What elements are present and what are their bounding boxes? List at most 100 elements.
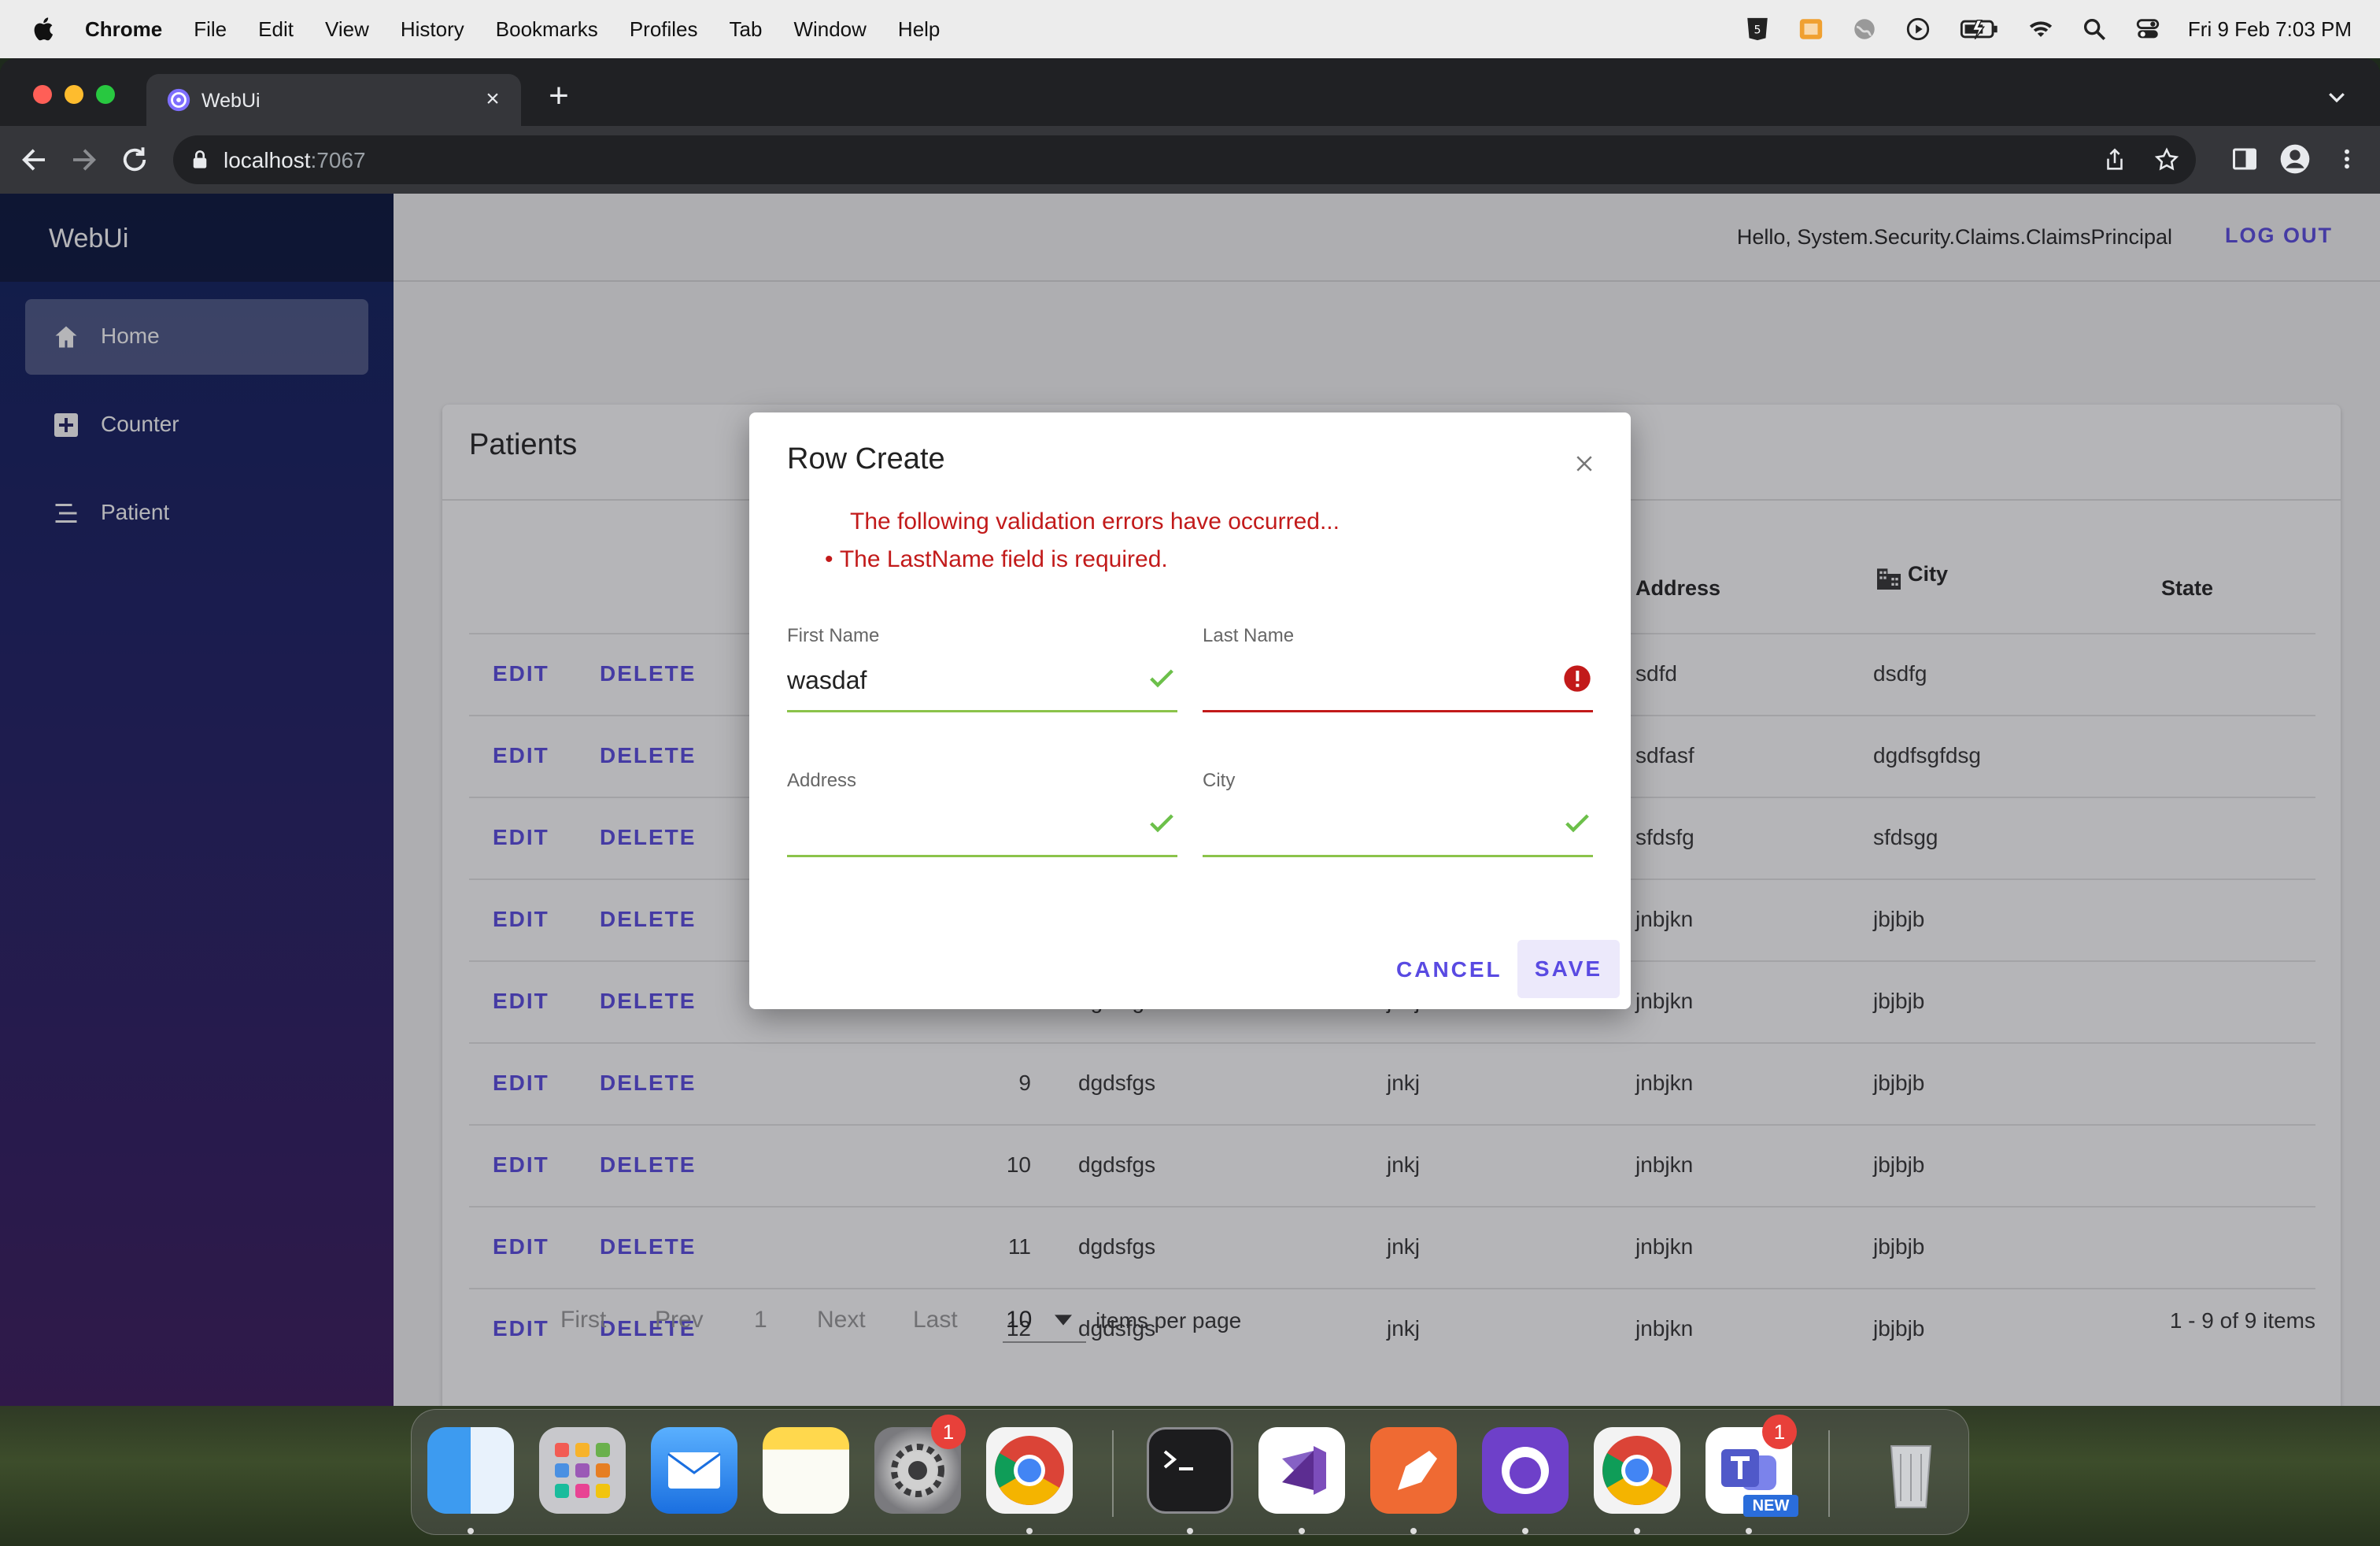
terminal-prompt-icon <box>1163 1450 1193 1470</box>
trash-can-icon <box>1890 1445 1932 1508</box>
check-icon <box>1565 814 1589 833</box>
city-underline <box>1203 855 1593 857</box>
globe-icon[interactable] <box>1851 16 1878 43</box>
page-viewport: WebUi Home Counter Patient Hello, System… <box>0 194 2380 1406</box>
window-minimize-button[interactable] <box>65 85 83 104</box>
reload-icon[interactable] <box>118 143 151 176</box>
save-button[interactable]: SAVE <box>1517 940 1620 998</box>
macos-dock: 1 1 NEW <box>411 1409 1969 1535</box>
launchpad-grid-icon <box>555 1443 610 1498</box>
envelope-icon <box>667 1452 721 1489</box>
tab-strip: WebUi × + <box>0 58 2380 126</box>
dock-running-indicator <box>1187 1528 1193 1534</box>
address-bar[interactable]: localhost:7067 <box>173 135 2196 184</box>
side-panel-icon[interactable] <box>2230 145 2259 173</box>
spotlight-search-icon[interactable] <box>2081 16 2108 43</box>
battery-charging-icon[interactable] <box>1958 16 2001 43</box>
dock-running-indicator <box>1746 1528 1752 1534</box>
share-icon[interactable] <box>2101 146 2128 173</box>
webui-favicon-icon <box>167 88 190 112</box>
address-label: Address <box>787 770 857 791</box>
tab-title: WebUi <box>201 90 261 112</box>
browser-window: WebUi × + localhost:7067 WebUi Home Coun… <box>0 58 2380 1406</box>
cancel-button[interactable]: CANCEL <box>1396 957 1502 982</box>
last-name-field[interactable]: Last Name <box>1203 625 1593 713</box>
new-tab-plus-icon[interactable]: + <box>543 79 575 113</box>
control-center-icon[interactable] <box>2134 16 2161 43</box>
address-field[interactable]: Address <box>787 770 1177 858</box>
row-create-dialog: Row Create The following validation erro… <box>749 412 1631 1009</box>
close-icon[interactable] <box>1572 452 1596 475</box>
html5-extension-icon[interactable]: 5 <box>1744 16 1771 43</box>
github-desktop-icon[interactable] <box>1482 1427 1569 1514</box>
play-circle-icon[interactable] <box>1905 16 1931 43</box>
lock-icon[interactable] <box>190 150 209 170</box>
launchpad-icon[interactable] <box>539 1427 626 1514</box>
last-name-label: Last Name <box>1203 625 1295 646</box>
bullet-icon: • <box>825 546 840 572</box>
svg-text:5: 5 <box>1754 24 1761 37</box>
profile-avatar-icon[interactable] <box>2279 143 2311 175</box>
menu-window[interactable]: Window <box>793 17 866 42</box>
first-name-input[interactable]: wasdaf <box>787 666 867 695</box>
check-icon <box>1150 669 1173 688</box>
menu-edit[interactable]: Edit <box>258 17 294 42</box>
macos-menu-bar: Chrome File Edit View History Bookmarks … <box>0 0 2380 58</box>
apple-logo-icon[interactable] <box>31 16 58 43</box>
wifi-icon[interactable] <box>2027 16 2054 43</box>
visual-studio-logo-icon <box>1282 1446 1326 1495</box>
check-icon <box>1150 814 1173 833</box>
error-alert-icon <box>1564 665 1591 692</box>
settings-notification-badge: 1 <box>931 1415 966 1449</box>
chrome-icon-2[interactable] <box>1594 1427 1680 1514</box>
tab-close-icon[interactable]: × <box>479 85 507 113</box>
city-label: City <box>1203 770 1236 791</box>
dock-running-indicator <box>1522 1528 1528 1534</box>
chrome-logo-icon <box>1602 1436 1672 1505</box>
menu-view[interactable]: View <box>325 17 369 42</box>
menubar-datetime[interactable]: Fri 9 Feb 7:03 PM <box>2188 17 2352 42</box>
menu-profiles[interactable]: Profiles <box>630 17 698 42</box>
forward-arrow-icon[interactable] <box>68 143 101 176</box>
browser-tab[interactable]: WebUi × <box>146 74 521 126</box>
menu-bookmarks[interactable]: Bookmarks <box>496 17 598 42</box>
validation-error-text: The LastName field is required. <box>839 546 1168 572</box>
postman-icon[interactable] <box>1370 1427 1457 1514</box>
validation-error-header: The following validation errors have occ… <box>850 509 1340 534</box>
dock-separator <box>1828 1430 1830 1517</box>
dock-running-indicator <box>468 1528 474 1534</box>
mail-icon[interactable] <box>651 1427 737 1514</box>
extension-app-icon[interactable] <box>1798 16 1824 43</box>
menu-tab[interactable]: Tab <box>730 17 763 42</box>
first-name-label: First Name <box>787 625 880 646</box>
first-name-field[interactable]: First Name wasdaf <box>787 625 1177 713</box>
teams-new-tag: NEW <box>1743 1495 1798 1517</box>
address-underline <box>787 855 1177 857</box>
octocat-icon <box>1502 1447 1549 1494</box>
menu-app-name[interactable]: Chrome <box>85 17 162 42</box>
menu-help[interactable]: Help <box>898 17 940 42</box>
dock-running-indicator <box>1410 1528 1417 1534</box>
url-port: :7067 <box>310 148 366 172</box>
tab-search-chevron-icon[interactable] <box>2325 85 2349 109</box>
first-name-underline <box>787 710 1177 712</box>
url-text[interactable]: localhost:7067 <box>224 148 366 173</box>
kebab-menu-icon[interactable] <box>2334 145 2360 173</box>
trash-icon[interactable] <box>1868 1427 1954 1514</box>
validation-error-item: • The LastName field is required. <box>825 546 1168 573</box>
bookmark-star-icon[interactable] <box>2153 146 2180 173</box>
last-name-underline <box>1203 710 1593 712</box>
terminal-icon[interactable] <box>1147 1427 1233 1514</box>
visual-studio-icon[interactable] <box>1258 1427 1345 1514</box>
window-zoom-button[interactable] <box>96 85 115 104</box>
city-field[interactable]: City <box>1203 770 1593 858</box>
finder-icon[interactable] <box>427 1427 514 1514</box>
notes-icon[interactable] <box>763 1427 849 1514</box>
menu-file[interactable]: File <box>194 17 227 42</box>
dialog-title: Row Create <box>787 442 945 475</box>
menu-history[interactable]: History <box>401 17 464 42</box>
window-close-button[interactable] <box>33 85 52 104</box>
back-arrow-icon[interactable] <box>17 143 50 176</box>
chrome-icon[interactable] <box>986 1427 1073 1514</box>
url-host: localhost <box>224 148 311 172</box>
